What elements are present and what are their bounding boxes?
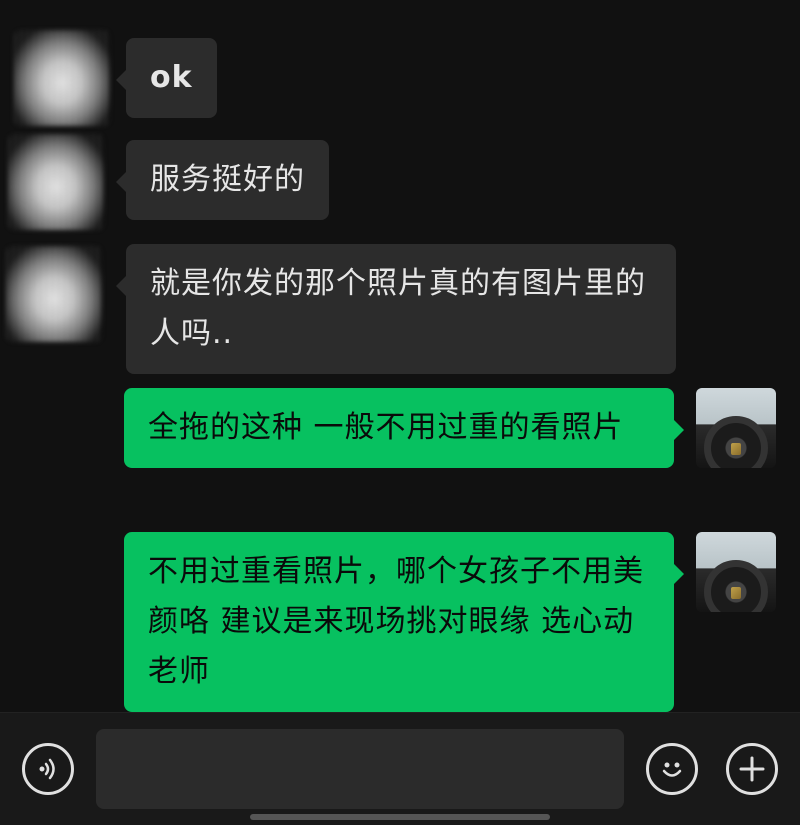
contact-avatar[interactable] — [8, 134, 104, 230]
home-indicator[interactable] — [250, 814, 550, 820]
message-row: 就是你发的那个照片真的有图片里的人吗.. — [0, 240, 800, 374]
message-bubble-outgoing[interactable]: 全拖的这种 一般不用过重的看照片 — [124, 388, 684, 468]
message-row: 服务挺好的 — [0, 134, 800, 230]
my-avatar[interactable] — [696, 388, 776, 468]
my-avatar[interactable] — [696, 532, 776, 612]
message-row: 不用过重看照片，哪个女孩子不用美颜咯 建议是来现场挑对眼缘 选心动老师 — [0, 528, 800, 712]
message-bubble-outgoing[interactable]: 不用过重看照片，哪个女孩子不用美颜咯 建议是来现场挑对眼缘 选心动老师 — [124, 532, 684, 712]
message-bubble-incoming[interactable]: 就是你发的那个照片真的有图片里的人吗.. — [116, 244, 676, 374]
message-input[interactable] — [96, 729, 624, 809]
steering-wheel-image — [704, 416, 768, 468]
message-bubble-incoming[interactable]: ok — [116, 38, 217, 118]
contact-avatar[interactable] — [14, 30, 110, 126]
contact-avatar[interactable] — [6, 246, 102, 342]
message-row: 全拖的这种 一般不用过重的看照片 — [0, 386, 800, 510]
voice-icon — [39, 758, 55, 780]
add-button[interactable] — [726, 743, 778, 795]
input-toolbar — [0, 712, 800, 825]
message-row: ok — [0, 30, 800, 126]
car-logo-image — [731, 443, 741, 455]
emoji-button[interactable] — [646, 743, 698, 795]
message-bubble-incoming[interactable]: 服务挺好的 — [116, 140, 329, 220]
plus-icon — [739, 756, 765, 782]
car-logo-image — [731, 587, 741, 599]
steering-wheel-image — [704, 560, 768, 612]
chat-area: ok 服务挺好的 就是你发的那个照片真的有图片里的人吗.. 全拖的这种 一般不用… — [0, 0, 800, 712]
emoji-icon — [662, 762, 682, 777]
voice-button[interactable] — [22, 743, 74, 795]
